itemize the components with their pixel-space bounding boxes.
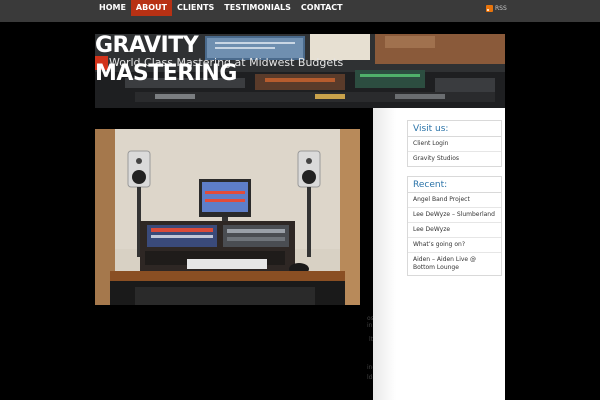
sidebar-divider <box>373 108 396 400</box>
rss-link[interactable]: RSS <box>486 3 507 13</box>
recent-widget: Recent: Angel Band Project Lee DeWyze – … <box>407 176 502 276</box>
sidebar: Visit us: Client Login Gravity Studios R… <box>396 108 505 400</box>
link-gravity-studios[interactable]: Gravity Studios <box>408 152 501 166</box>
nav-home[interactable]: HOME <box>94 0 131 16</box>
visit-widget-title: Visit us: <box>408 121 501 137</box>
studio-image <box>95 129 360 305</box>
page-background-right <box>505 22 600 400</box>
studio-photo <box>95 129 360 305</box>
recent-post-link[interactable]: What’s going on? <box>408 238 501 253</box>
recent-post-link[interactable]: Lee DeWyze <box>408 223 501 238</box>
nav-testimonials[interactable]: TESTIMONIALS <box>219 0 296 16</box>
logo-text-line-1[interactable]: GRAVITY <box>95 34 199 58</box>
rss-icon <box>486 4 493 12</box>
nav-contact[interactable]: CONTACT <box>296 0 348 16</box>
recent-widget-title: Recent: <box>408 177 501 193</box>
header-banner: GRAVITY World Class Mastering at Midwest… <box>95 34 505 108</box>
top-bar: HOME ABOUT CLIENTS TESTIMONIALS CONTACT … <box>0 0 600 22</box>
visit-widget: Visit us: Client Login Gravity Studios <box>407 120 502 167</box>
recent-post-link[interactable]: Angel Band Project <box>408 193 501 208</box>
nav-clients[interactable]: CLIENTS <box>172 0 219 16</box>
rss-label: RSS <box>495 4 507 12</box>
nav-about[interactable]: ABOUT <box>130 0 172 16</box>
recent-post-link[interactable]: Aiden – Aiden Live @ Bottom Lounge <box>408 253 501 275</box>
logo-text-line-2[interactable]: MASTERING <box>95 60 237 88</box>
link-client-login[interactable]: Client Login <box>408 137 501 152</box>
main-nav: HOME ABOUT CLIENTS TESTIMONIALS CONTACT <box>94 0 348 16</box>
recent-post-link[interactable]: Lee DeWyze – Slumberland <box>408 208 501 223</box>
